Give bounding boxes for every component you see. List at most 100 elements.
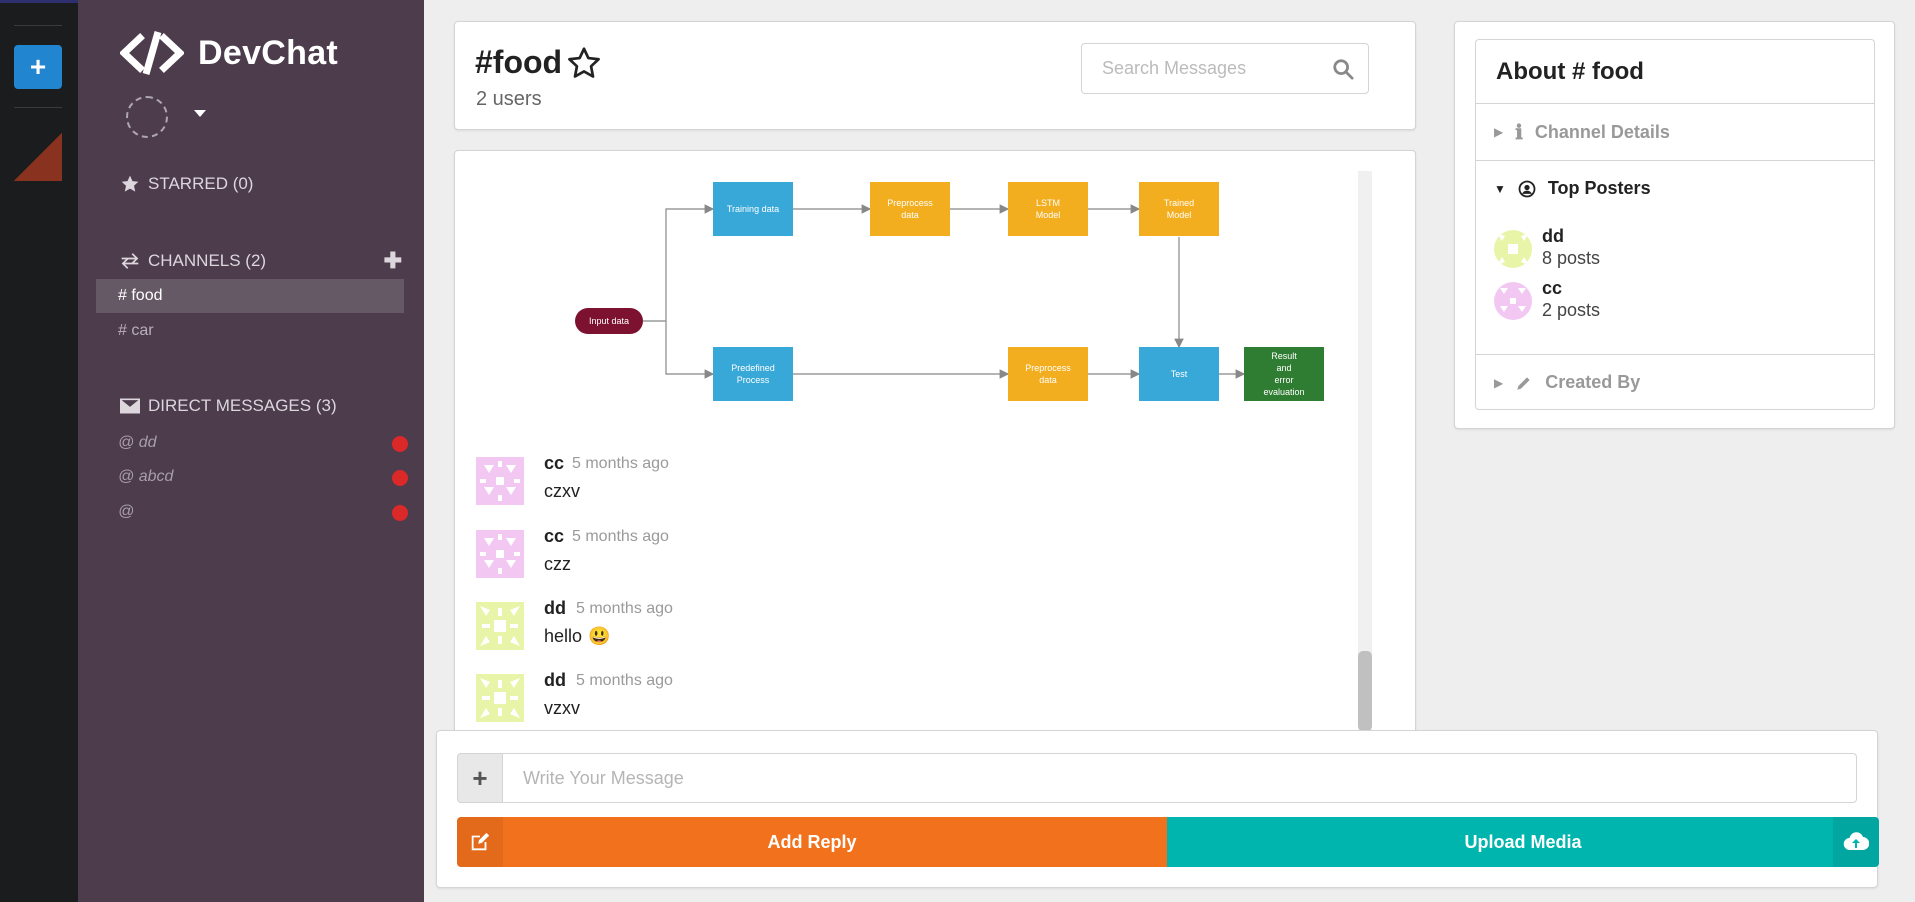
star-icon bbox=[121, 175, 139, 192]
svg-text:Preprocess: Preprocess bbox=[1025, 363, 1071, 373]
direct-messages-label: DIRECT MESSAGES (3) bbox=[148, 396, 337, 415]
message-text: hello 😃 bbox=[544, 626, 610, 647]
status-dot bbox=[392, 505, 408, 521]
search-input[interactable] bbox=[1082, 44, 1312, 93]
svg-text:Result: Result bbox=[1271, 351, 1297, 361]
exchange-icon bbox=[121, 253, 139, 269]
messages-panel: Input data Training data Preprocess data… bbox=[454, 150, 1416, 735]
message-timestamp: 5 months ago bbox=[576, 672, 673, 689]
created-by-toggle[interactable]: ▶ Created By bbox=[1476, 354, 1874, 410]
svg-text:Process: Process bbox=[737, 375, 770, 385]
top-posters-label: Top Posters bbox=[1547, 178, 1651, 198]
search-icon[interactable] bbox=[1332, 58, 1354, 80]
workspace-swatch[interactable] bbox=[14, 133, 62, 181]
channel-header: #food 2 users bbox=[454, 21, 1416, 130]
channel-title: #food bbox=[475, 44, 602, 81]
sidebar: DevChat STARRED (0) CHANNELS (2) ✚ # foo… bbox=[78, 0, 424, 902]
upload-media-button[interactable]: Upload Media bbox=[1167, 817, 1879, 867]
avatar[interactable] bbox=[476, 530, 524, 578]
workspace-rail: + bbox=[0, 0, 78, 902]
node-input-data: Input data bbox=[575, 308, 643, 334]
node-training-data: Training data bbox=[713, 182, 793, 236]
node-predefined-process: Predefined Process bbox=[713, 347, 793, 401]
status-dot bbox=[392, 436, 408, 452]
dm-label: @ dd bbox=[118, 434, 157, 451]
dm-item-empty[interactable]: @ bbox=[118, 503, 408, 521]
message-timestamp: 5 months ago bbox=[572, 455, 669, 472]
poster-item-cc: cc 2 posts bbox=[1494, 278, 1854, 324]
scrollbar-thumb[interactable] bbox=[1358, 651, 1372, 731]
message-author[interactable]: cc bbox=[544, 526, 564, 547]
avatar[interactable] bbox=[476, 457, 524, 505]
add-workspace-button[interactable]: + bbox=[14, 45, 62, 89]
poster-item-dd: dd 8 posts bbox=[1494, 226, 1854, 272]
svg-text:evaluation: evaluation bbox=[1263, 387, 1304, 397]
avatar[interactable] bbox=[1494, 282, 1532, 320]
add-reply-button[interactable]: Add Reply bbox=[457, 817, 1167, 867]
top-posters-toggle[interactable]: ▼ Top Posters bbox=[1476, 160, 1874, 216]
upload-media-label: Upload Media bbox=[1464, 831, 1582, 852]
search-box bbox=[1081, 43, 1369, 94]
dm-item-abcd[interactable]: @ abcd bbox=[118, 468, 408, 486]
node-preprocess-bottom: Preprocess data bbox=[1008, 347, 1088, 401]
caret-right-icon: ▶ bbox=[1494, 125, 1504, 139]
node-result-evaluation: Result and error evaluation bbox=[1244, 347, 1324, 401]
status-dot bbox=[392, 470, 408, 486]
svg-text:data: data bbox=[901, 210, 919, 220]
message-body: vzxv bbox=[544, 698, 580, 718]
channel-details-toggle[interactable]: ▶ ℹ Channel Details bbox=[1476, 104, 1874, 160]
about-accordion: About # food ▶ ℹ Channel Details ▼ Top P… bbox=[1475, 39, 1875, 410]
pencil-icon bbox=[1517, 376, 1530, 390]
node-lstm-model: LSTM Model bbox=[1008, 182, 1088, 236]
caret-down-icon: ▼ bbox=[1494, 181, 1506, 196]
message-timestamp: 5 months ago bbox=[576, 600, 673, 617]
node-preprocess-top: Preprocess data bbox=[870, 182, 950, 236]
channel-item-car[interactable]: # car bbox=[96, 314, 404, 348]
avatar[interactable] bbox=[1494, 230, 1532, 268]
user-menu-caret-icon[interactable] bbox=[194, 110, 206, 117]
message-timestamp: 5 months ago bbox=[572, 528, 669, 545]
svg-text:Test: Test bbox=[1171, 369, 1188, 379]
add-emoji-button[interactable]: + bbox=[457, 753, 503, 803]
channel-title-text: #food bbox=[475, 44, 563, 80]
message-body: hello bbox=[544, 626, 583, 646]
message-author[interactable]: cc bbox=[544, 453, 564, 474]
channels-label: CHANNELS (2) bbox=[148, 251, 267, 270]
user-avatar[interactable] bbox=[126, 96, 168, 138]
dm-label: @ bbox=[118, 503, 135, 520]
svg-text:LSTM: LSTM bbox=[1036, 198, 1060, 208]
scrollbar-track[interactable] bbox=[1358, 171, 1372, 731]
svg-text:Model: Model bbox=[1167, 210, 1192, 220]
poster-post-count: 2 posts bbox=[1542, 300, 1601, 320]
message-input[interactable] bbox=[503, 753, 1857, 803]
channel-item-food[interactable]: # food bbox=[96, 279, 404, 313]
direct-messages-header: DIRECT MESSAGES (3) bbox=[120, 396, 337, 416]
message-author[interactable]: dd bbox=[544, 598, 566, 619]
about-panel: About # food ▶ ℹ Channel Details ▼ Top P… bbox=[1454, 21, 1895, 429]
about-title: About # food bbox=[1476, 40, 1874, 104]
svg-text:Preprocess: Preprocess bbox=[887, 198, 933, 208]
svg-text:error: error bbox=[1274, 375, 1293, 385]
message-author[interactable]: dd bbox=[544, 670, 566, 691]
message-item: cc 5 months ago czz bbox=[476, 526, 1076, 582]
smiley-emoji-icon: 😃 bbox=[588, 626, 611, 646]
add-reply-label: Add Reply bbox=[767, 831, 857, 852]
channel-details-label: Channel Details bbox=[1534, 121, 1670, 142]
avatar[interactable] bbox=[476, 674, 524, 722]
flowchart-image: Input data Training data Preprocess data… bbox=[575, 182, 1324, 401]
message-text: vzxv bbox=[544, 698, 580, 719]
dm-item-dd[interactable]: @ dd bbox=[118, 434, 408, 452]
rail-divider bbox=[14, 107, 62, 108]
svg-text:Model: Model bbox=[1036, 210, 1061, 220]
svg-text:Predefined: Predefined bbox=[731, 363, 775, 373]
brand: DevChat bbox=[120, 30, 338, 76]
add-channel-icon[interactable]: ✚ bbox=[384, 248, 402, 274]
avatar[interactable] bbox=[476, 602, 524, 650]
star-outline-icon[interactable] bbox=[566, 45, 602, 81]
channel-user-count: 2 users bbox=[476, 88, 542, 110]
message-body: czz bbox=[544, 554, 571, 574]
poster-name: dd bbox=[1542, 226, 1564, 246]
channels-header: CHANNELS (2) bbox=[120, 251, 266, 271]
envelope-icon bbox=[120, 398, 140, 414]
rail-divider bbox=[14, 25, 62, 26]
